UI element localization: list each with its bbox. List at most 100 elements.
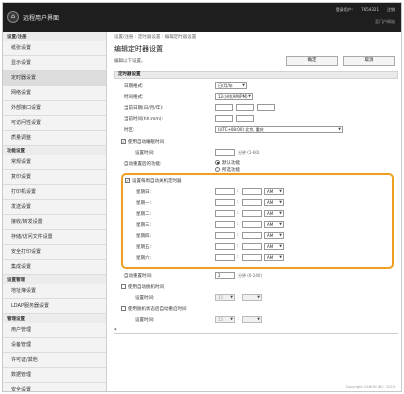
divider (114, 333, 398, 334)
auto-offline-time-value: 15 (218, 295, 224, 300)
colon: : (237, 254, 239, 260)
ok-button[interactable]: 确定 (286, 56, 338, 66)
sidebar-item-address-book[interactable]: 地址簿设置 (3, 284, 106, 299)
sidebar-item-printer[interactable]: 打印机设置 (3, 185, 106, 200)
sidebar: 设置/注册 纸张设置 显示设置 定时器设置 网络设置 外部接口设置 可访问性设置… (3, 32, 107, 391)
tuesday-minute-input[interactable] (242, 210, 262, 217)
sidebar-item-receive[interactable]: 接收/转发设置 (3, 215, 106, 230)
sunday-ampm-select[interactable]: AM ▼ (264, 188, 284, 195)
date-format-select[interactable]: 日/月/年 ▼ (215, 82, 247, 89)
breadcrumb: 设置/注册 : 定时器设置 : 编辑定时器设置 (114, 35, 197, 40)
auto-sleep-time-input[interactable] (215, 149, 235, 156)
sunday-hour-input[interactable] (215, 188, 235, 195)
restart-time-select[interactable]: 15 ▼ (215, 316, 235, 323)
auto-sleep-time-label: 设置时间: (135, 151, 155, 156)
saturday-hour-input[interactable] (215, 254, 235, 261)
wednesday-ampm-select[interactable]: AM ▼ (264, 221, 284, 228)
friday-minute-input[interactable] (242, 243, 262, 250)
sidebar-item-paper[interactable]: 纸张设置 (3, 41, 106, 56)
sidebar-item-timer[interactable]: 定时器设置 (3, 71, 106, 86)
auto-offline-time-label: 设置时间: (135, 296, 155, 301)
wednesday-hour-input[interactable] (215, 221, 235, 228)
auto-sleep-checkbox[interactable]: ✓ (121, 139, 126, 144)
sidebar-item-general[interactable]: 常规设置 (3, 155, 106, 170)
day-label-sunday: 星期日: (136, 190, 152, 195)
portal-link[interactable]: 至门户网站 (375, 19, 395, 25)
page-title: 编辑定时器设置 (114, 45, 163, 53)
chevron-down-icon: ▼ (279, 211, 282, 215)
sidebar-item-display[interactable]: 显示设置 (3, 56, 106, 71)
monday-minute-input[interactable] (242, 199, 262, 206)
logout-link[interactable]: 注销 (387, 7, 395, 13)
monday-ampm-select[interactable]: AM ▼ (264, 199, 284, 206)
sidebar-item-data-mgmt[interactable]: 数据管理 (3, 368, 106, 383)
ampm-value: AM (267, 189, 274, 194)
auto-reset-time-input[interactable]: 2 (215, 272, 235, 279)
sidebar-item-store-access[interactable]: 存储/访问文件设置 (3, 230, 106, 245)
chevron-down-icon: ▼ (279, 244, 282, 248)
sidebar-item-send[interactable]: 发送设置 (3, 200, 106, 215)
home-icon[interactable]: ⌂ (7, 11, 19, 23)
sidebar-item-ldap[interactable]: LDAP服务器设置 (3, 299, 106, 314)
chevron-down-icon: ▼ (338, 127, 341, 131)
thursday-ampm-select[interactable]: AM ▼ (264, 232, 284, 239)
auto-sleep-label: 使用自动睡眠时间 (128, 140, 164, 145)
sidebar-item-external-interface[interactable]: 外部接口设置 (3, 101, 106, 116)
sidebar-item-secure-print[interactable]: 安全打印设置 (3, 245, 106, 260)
saturday-minute-input[interactable] (242, 254, 262, 261)
sidebar-item-device-mgmt[interactable]: 设备管理 (3, 338, 106, 353)
friday-hour-input[interactable] (215, 243, 235, 250)
thursday-hour-input[interactable] (215, 232, 235, 239)
day-label-monday: 星期一: (136, 201, 152, 206)
selected-function-radio[interactable] (215, 167, 220, 172)
friday-ampm-select[interactable]: AM ▼ (264, 243, 284, 250)
sidebar-item-security[interactable]: 安全设置 (3, 383, 106, 391)
tuesday-hour-input[interactable] (215, 210, 235, 217)
auto-offline-checkbox[interactable] (121, 284, 126, 289)
colon: : (237, 232, 239, 238)
ampm-value: AM (267, 211, 274, 216)
current-hour-input[interactable] (215, 115, 233, 122)
auto-offline-time-select[interactable]: 15 ▼ (215, 294, 235, 301)
section-header: 定时器设置 (114, 71, 398, 79)
cancel-button[interactable]: 取消 (343, 56, 395, 66)
default-function-radio[interactable] (215, 160, 220, 165)
restart-label: 使用脱机状态后自动重启时间 (128, 307, 187, 312)
sidebar-item-integration[interactable]: 集成设置 (3, 260, 106, 275)
weekly-shutdown-checkbox[interactable]: ✓ (125, 178, 130, 183)
tuesday-ampm-select[interactable]: AM ▼ (264, 210, 284, 217)
colon: : (237, 221, 239, 227)
date-format-label: 日期格式: (124, 84, 144, 89)
current-year-input[interactable] (257, 104, 275, 111)
auto-offline-minute-select[interactable]: ▼ (242, 294, 262, 301)
sidebar-item-accessibility[interactable]: 可访问性设置 (3, 116, 106, 131)
sidebar-item-license[interactable]: 许可证/其他 (3, 353, 106, 368)
login-user-label: 登录用户: (335, 7, 354, 12)
saturday-ampm-select[interactable]: AM ▼ (264, 254, 284, 261)
main-content: 设置/注册 : 定时器设置 : 编辑定时器设置 编辑定时器设置 编辑以下设置。 … (111, 32, 401, 391)
restart-checkbox[interactable] (121, 306, 126, 311)
top-bar: ⌂ 远程用户界面 登录用户: 7654321 注销 至门户网站 (3, 3, 401, 32)
sidebar-item-copy[interactable]: 复印设置 (3, 170, 106, 185)
default-function-label: 默认功能 (222, 161, 240, 166)
sunday-minute-input[interactable] (242, 188, 262, 195)
day-label-friday: 星期五: (136, 245, 152, 250)
time-format-select[interactable]: 12小时(AM/PM) ▼ (215, 93, 253, 100)
current-month-input[interactable] (236, 104, 254, 111)
colon: : (237, 243, 239, 249)
sidebar-item-user-mgmt[interactable]: 用户管理 (3, 323, 106, 338)
thursday-minute-input[interactable] (242, 232, 262, 239)
current-day-input[interactable] (215, 104, 233, 111)
timezone-select[interactable]: (UTC+08:00) 北京, 重庆 ▼ (215, 126, 343, 133)
top-links: 登录用户: 7654321 注销 (336, 7, 395, 13)
sidebar-section-title: 功能设置 (7, 149, 25, 154)
monday-hour-input[interactable] (215, 199, 235, 206)
current-minute-input[interactable] (236, 115, 254, 122)
current-time-label: 当前时间(hh:mm): (124, 117, 164, 122)
wednesday-minute-input[interactable] (242, 221, 262, 228)
chevron-down-icon: ▼ (279, 200, 282, 204)
restart-minute-select[interactable]: ▼ (242, 316, 262, 323)
sidebar-item-quality[interactable]: 质量调整 (3, 131, 106, 146)
chevron-down-icon: ▼ (279, 222, 282, 226)
sidebar-item-network[interactable]: 网络设置 (3, 86, 106, 101)
